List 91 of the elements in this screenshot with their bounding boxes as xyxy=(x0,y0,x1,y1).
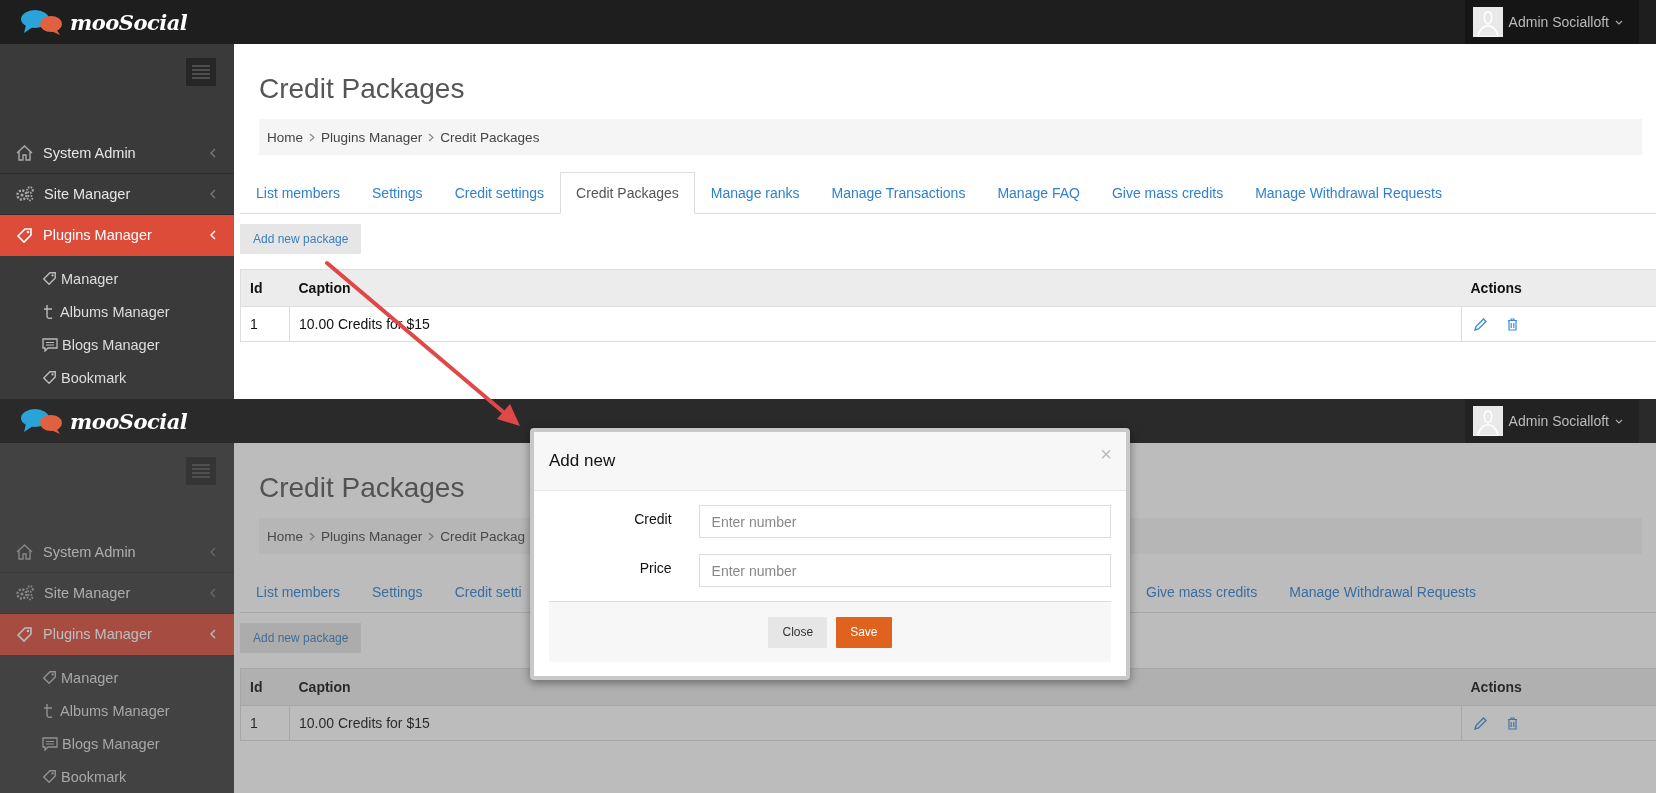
breadcrumb-link[interactable]: Home xyxy=(267,528,303,544)
tab[interactable]: Credit setti xyxy=(438,571,538,613)
user-menu[interactable]: Admin Socialloft xyxy=(1464,399,1639,443)
user-avatar-icon xyxy=(1472,7,1503,37)
caret-icon xyxy=(1615,19,1623,25)
trash-icon[interactable] xyxy=(1507,716,1518,730)
user-avatar-icon xyxy=(1472,406,1503,436)
chevron-icon xyxy=(309,132,315,142)
tab[interactable]: Manage Transactions xyxy=(815,172,982,214)
sidebar-subitem[interactable]: Blogs Manager xyxy=(0,328,234,361)
chevron-icon xyxy=(210,547,216,557)
tag-icon xyxy=(16,226,33,244)
menu-icon xyxy=(192,464,210,478)
dialog-title: Add new xyxy=(549,451,616,471)
tab[interactable]: List members xyxy=(240,571,357,613)
sidebar-subitem[interactable]: Blogs Manager xyxy=(0,727,234,760)
add-button[interactable]: Add new package xyxy=(240,224,362,254)
home-icon xyxy=(16,145,33,161)
column-header: Id xyxy=(240,668,290,706)
chevron-icon xyxy=(428,132,435,142)
comment-icon xyxy=(42,736,58,751)
tab[interactable]: Manage Withdrawal Requests xyxy=(1239,172,1458,214)
close-button[interactable]: Close xyxy=(768,616,828,648)
sidebar-subitem[interactable]: Albums Manager xyxy=(0,295,234,328)
breadcrumb-link[interactable]: Plugins Manager xyxy=(321,528,423,544)
tab[interactable]: Credit settings xyxy=(438,172,561,214)
breadcrumb-current: Credit Packag xyxy=(440,528,526,544)
page-title: Credit Packages xyxy=(259,72,466,106)
chevron-icon xyxy=(210,588,216,598)
tab[interactable]: List members xyxy=(240,172,357,214)
column-header: Actions xyxy=(1461,269,1656,307)
page-title: Credit Packages xyxy=(259,471,466,505)
table-cell: 10.00 Credits for $15 xyxy=(289,705,1462,741)
tag-icon xyxy=(42,370,57,385)
chat-bubbles-icon xyxy=(20,9,64,35)
input-field[interactable]: Enter number xyxy=(698,554,1111,587)
sidebar-subitem[interactable]: Manager xyxy=(0,262,234,295)
tab[interactable]: Settings xyxy=(356,172,439,214)
sidebar-subitem[interactable]: Manager xyxy=(0,661,234,694)
sidebar-item[interactable]: Plugins Manager xyxy=(0,614,234,655)
column-header: Id xyxy=(240,269,290,307)
user-menu[interactable]: Admin Socialloft xyxy=(1464,0,1639,44)
tab[interactable]: Manage FAQ xyxy=(981,172,1096,214)
add-button[interactable]: Add new package xyxy=(240,623,362,653)
breadcrumb-link[interactable]: Plugins Manager xyxy=(321,129,423,145)
tab[interactable]: Manage Withdrawal Requests xyxy=(1273,571,1492,613)
chevron-icon xyxy=(210,148,216,158)
gears-icon xyxy=(16,186,34,202)
pencil-icon[interactable] xyxy=(1474,716,1487,730)
chevron-icon xyxy=(210,629,216,639)
tab[interactable]: Credit Packages xyxy=(560,172,695,214)
input-field[interactable]: Enter number xyxy=(698,505,1111,538)
table-cell: 1 xyxy=(240,705,290,741)
menu-button[interactable] xyxy=(186,457,216,485)
tag-icon xyxy=(16,625,33,643)
tag-icon xyxy=(42,769,57,784)
chevron-icon xyxy=(428,531,435,541)
sidebar-item[interactable]: System Admin xyxy=(0,532,234,573)
tag-icon xyxy=(42,670,57,685)
comment-icon xyxy=(42,337,58,352)
column-header: Caption xyxy=(289,269,1462,307)
trash-icon[interactable] xyxy=(1507,317,1518,331)
breadcrumb-current: Credit Packages xyxy=(440,129,540,145)
caret-icon xyxy=(1615,418,1623,424)
tab[interactable]: Settings xyxy=(356,571,439,613)
field-label: Credit xyxy=(633,510,672,527)
menu-icon xyxy=(192,65,210,79)
home-icon xyxy=(16,544,33,560)
chevron-icon xyxy=(210,230,216,240)
sidebar-subitem[interactable]: Bookmark xyxy=(0,760,234,793)
gears-icon xyxy=(16,585,34,601)
save-button[interactable]: Save xyxy=(836,616,892,648)
chevron-icon xyxy=(309,531,315,541)
tab[interactable]: Give mass credits xyxy=(1130,571,1274,613)
menu-button[interactable] xyxy=(186,58,216,86)
breadcrumb-link[interactable]: Home xyxy=(267,129,303,145)
pencil-icon[interactable] xyxy=(1474,317,1487,331)
brand-name: mooSocial xyxy=(70,408,188,434)
sidebar-item[interactable]: Plugins Manager xyxy=(0,215,234,256)
table-cell: 1 xyxy=(240,306,290,342)
brand-name: mooSocial xyxy=(70,9,188,35)
sidebar-subitem[interactable]: Bookmark xyxy=(0,361,234,394)
tag-icon xyxy=(42,271,57,286)
sidebar-item[interactable]: System Admin xyxy=(0,133,234,174)
sidebar-subitem[interactable]: Albums Manager xyxy=(0,694,234,727)
tab[interactable]: Manage ranks xyxy=(694,172,816,214)
field-label: Price xyxy=(638,559,672,576)
chat-bubbles-icon xyxy=(20,408,64,434)
column-header: Actions xyxy=(1461,668,1656,706)
tab[interactable]: Give mass credits xyxy=(1095,172,1240,214)
chevron-icon xyxy=(210,189,216,199)
